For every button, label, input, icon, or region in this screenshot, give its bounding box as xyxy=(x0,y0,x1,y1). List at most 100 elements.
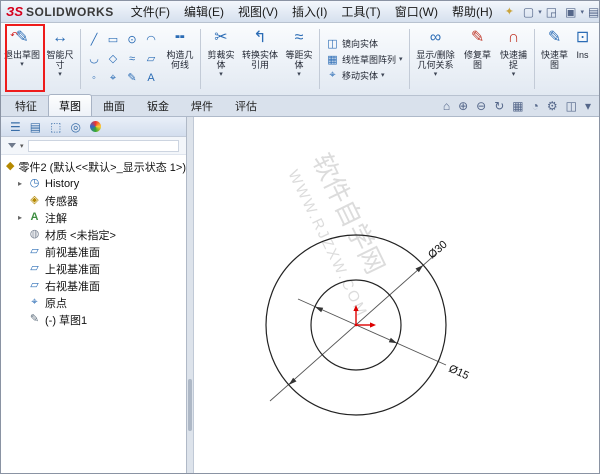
quick-snaps-button[interactable]: ∩ 快速捕捉 ▾ xyxy=(496,25,532,93)
tab-sheet-metal[interactable]: 钣金 xyxy=(136,94,180,116)
text-tool-icon[interactable]: A xyxy=(144,70,158,87)
dim-arrow-icon xyxy=(314,306,324,313)
filter-funnel-icon[interactable] xyxy=(8,143,16,148)
tree-item-material[interactable]: ◍ 材质 <未指定> xyxy=(1,226,186,243)
menu-help[interactable]: 帮助(H) xyxy=(445,2,500,21)
hide-show-items-icon[interactable]: ◔ xyxy=(532,99,539,113)
new-document-icon[interactable]: ▢ xyxy=(519,5,538,19)
exit-sketch-button[interactable]: ✎ ↶ 退出草图 ▾ xyxy=(2,25,42,93)
menu-view[interactable]: 视图(V) xyxy=(231,2,285,21)
feature-manager-panel: ☰ ▤ ⬚ ◎ ▾ ◆ 零件2 (默认<<默认>_显示状态 1>) ▸ ◷ Hi… xyxy=(1,117,187,473)
tree-item-history[interactable]: ▸ ◷ History xyxy=(1,175,186,192)
dimension-line-outer[interactable] xyxy=(269,252,438,402)
point-tool-icon[interactable]: ◦ xyxy=(87,70,101,87)
open-document-icon[interactable]: ◲ xyxy=(542,5,561,19)
sketch-fillet-tool-icon[interactable]: ✎ xyxy=(125,70,139,87)
convert-entities-button[interactable]: ↰ 转换实体引用 xyxy=(239,25,281,93)
tree-item-origin[interactable]: ⌖ 原点 xyxy=(1,294,186,311)
linear-sketch-pattern-button[interactable]: ▦ 线性草图阵列 ▾ xyxy=(326,53,402,66)
feature-manager-tree-icon[interactable]: ☰ xyxy=(10,121,21,133)
display-manager-icon[interactable] xyxy=(89,121,101,132)
sketch-viewport[interactable]: 软件自学网 WWW.RJZXW.COM Ø30 Ø15 xyxy=(194,117,600,474)
history-icon: ◷ xyxy=(29,177,40,189)
tab-weldments[interactable]: 焊件 xyxy=(180,94,224,116)
expand-icon[interactable]: ▸ xyxy=(16,213,24,222)
repair-sketch-button[interactable]: ✎ 修复草图 xyxy=(460,25,496,93)
graphics-area[interactable]: 软件自学网 WWW.RJZXW.COM Ø30 Ø15 xyxy=(194,117,599,473)
tree-root-part[interactable]: ◆ 零件2 (默认<<默认>_显示状态 1>) xyxy=(1,158,186,175)
tree-item-sketch1[interactable]: ✎ (-) 草图1 xyxy=(1,311,186,328)
part-icon: ◆ xyxy=(6,160,15,172)
relations-glasses-icon: ∞ xyxy=(429,29,442,46)
zoom-in-icon[interactable]: ⊕ xyxy=(458,99,468,113)
polygon-tool-icon[interactable]: ◇ xyxy=(106,51,120,68)
arc-tool-icon[interactable]: ◠ xyxy=(144,32,158,49)
tree-item-annotations[interactable]: ▸ A 注解 xyxy=(1,209,186,226)
threepoint-arc-tool-icon[interactable]: ◡ xyxy=(87,51,101,68)
menu-window[interactable]: 窗口(W) xyxy=(388,2,445,21)
pin-menu-icon[interactable]: ✦ xyxy=(505,5,514,18)
circle-tool-icon[interactable]: ⊙ xyxy=(125,32,139,49)
view-settings-icon[interactable]: ⚙ xyxy=(547,99,558,113)
view-orientation-icon[interactable]: ◫ xyxy=(566,99,577,113)
zoom-fit-icon[interactable]: ⌂ xyxy=(443,99,450,113)
display-style-icon[interactable]: ▦ xyxy=(512,99,523,113)
sketch-icon: ✎ xyxy=(29,313,40,325)
sketch-entities-grid: ╱ ▭ ⊙ ◠ ◡ ◇ ≈ ▱ ◦ ⌖ ✎ A xyxy=(83,25,162,93)
slot-tool-icon[interactable]: ▱ xyxy=(144,51,158,68)
instant2d-icon: ⊡ xyxy=(575,29,590,46)
display-delete-relations-button[interactable]: ∞ 显示/删除几何关系 ▾ xyxy=(412,25,460,93)
ribbon-tab-bar: 特征 草图 曲面 钣金 焊件 评估 ⌂ ⊕ ⊖ ↻ ▦ ◔ ⚙ ◫ ▾ xyxy=(1,94,599,117)
menu-edit[interactable]: 编辑(E) xyxy=(177,2,231,21)
tree-filter-input[interactable] xyxy=(27,139,179,152)
expand-icon[interactable]: ▸ xyxy=(16,179,24,188)
menu-insert[interactable]: 插入(I) xyxy=(285,2,334,21)
save-icon[interactable]: ▣ xyxy=(561,5,580,19)
dropdown-caret-icon[interactable]: ▾ xyxy=(585,99,591,113)
property-manager-icon[interactable]: ▤ xyxy=(30,121,41,133)
dimxpert-manager-icon[interactable]: ◎ xyxy=(70,121,80,133)
rotate-view-icon[interactable]: ↻ xyxy=(494,99,504,113)
rapid-sketch-icon: ✎ xyxy=(547,29,562,46)
menu-file[interactable]: 文件(F) xyxy=(124,2,177,21)
centerline-tool-icon[interactable]: ⌖ xyxy=(106,70,120,87)
tab-features[interactable]: 特征 xyxy=(4,94,48,116)
solidworks-logo-icon: ЗS xyxy=(6,4,24,19)
dropdown-caret-icon[interactable]: ▾ xyxy=(20,142,24,150)
offset-entities-button[interactable]: ≈ 等距实体 ▾ xyxy=(281,25,317,93)
dropdown-caret-icon: ▾ xyxy=(381,71,385,79)
tree-item-label: 右视基准面 xyxy=(45,280,100,293)
rapid-sketch-button[interactable]: ✎ 快速草图 xyxy=(537,25,573,93)
instant2d-button-partial[interactable]: ⊡ Ins xyxy=(573,25,593,93)
tree-item-top-plane[interactable]: ▱ 上视基准面 xyxy=(1,260,186,277)
zoom-out-icon[interactable]: ⊖ xyxy=(476,99,486,113)
scissors-icon: ✂ xyxy=(214,29,228,46)
print-icon[interactable]: ▤ xyxy=(584,5,600,19)
plane-icon: ▱ xyxy=(30,245,39,257)
dimension-label-outer[interactable]: Ø30 xyxy=(426,239,450,262)
tab-evaluate[interactable]: 评估 xyxy=(224,94,268,116)
line-tool-icon[interactable]: ╱ xyxy=(87,32,101,49)
move-entities-button[interactable]: ⌖ 移动实体 ▾ xyxy=(326,69,403,82)
spline-tool-icon[interactable]: ≈ xyxy=(125,51,139,68)
tree-item-sensors[interactable]: ◈ 传感器 xyxy=(1,192,186,209)
tree-item-front-plane[interactable]: ▱ 前视基准面 xyxy=(1,243,186,260)
dropdown-caret-icon: ▾ xyxy=(219,71,223,78)
tree-item-label: (-) 草图1 xyxy=(45,314,88,327)
trim-entities-button[interactable]: ✂ 剪裁实体 ▾ xyxy=(203,25,239,93)
rectangle-tool-icon[interactable]: ▭ xyxy=(106,32,120,49)
smart-dimension-button[interactable]: ↔ 智能尺寸 ▾ xyxy=(42,25,78,93)
tree-item-right-plane[interactable]: ▱ 右视基准面 xyxy=(1,277,186,294)
mirror-entities-button[interactable]: ◫ 镜向实体 xyxy=(326,37,403,50)
tree-item-label: 原点 xyxy=(45,297,67,310)
dropdown-caret-icon: ▾ xyxy=(58,71,62,78)
tree-item-label: 材质 <未指定> xyxy=(45,229,116,242)
tab-sketch[interactable]: 草图 xyxy=(48,94,92,116)
scrollbar-thumb[interactable] xyxy=(188,379,192,431)
dimension-label-inner[interactable]: Ø15 xyxy=(447,363,471,382)
configuration-manager-icon[interactable]: ⬚ xyxy=(50,121,61,133)
construction-geometry-button[interactable]: ╍ 构造几何线 xyxy=(162,25,198,93)
tab-surfaces[interactable]: 曲面 xyxy=(92,94,136,116)
panel-splitter[interactable] xyxy=(187,117,194,473)
menu-tools[interactable]: 工具(T) xyxy=(334,2,387,21)
